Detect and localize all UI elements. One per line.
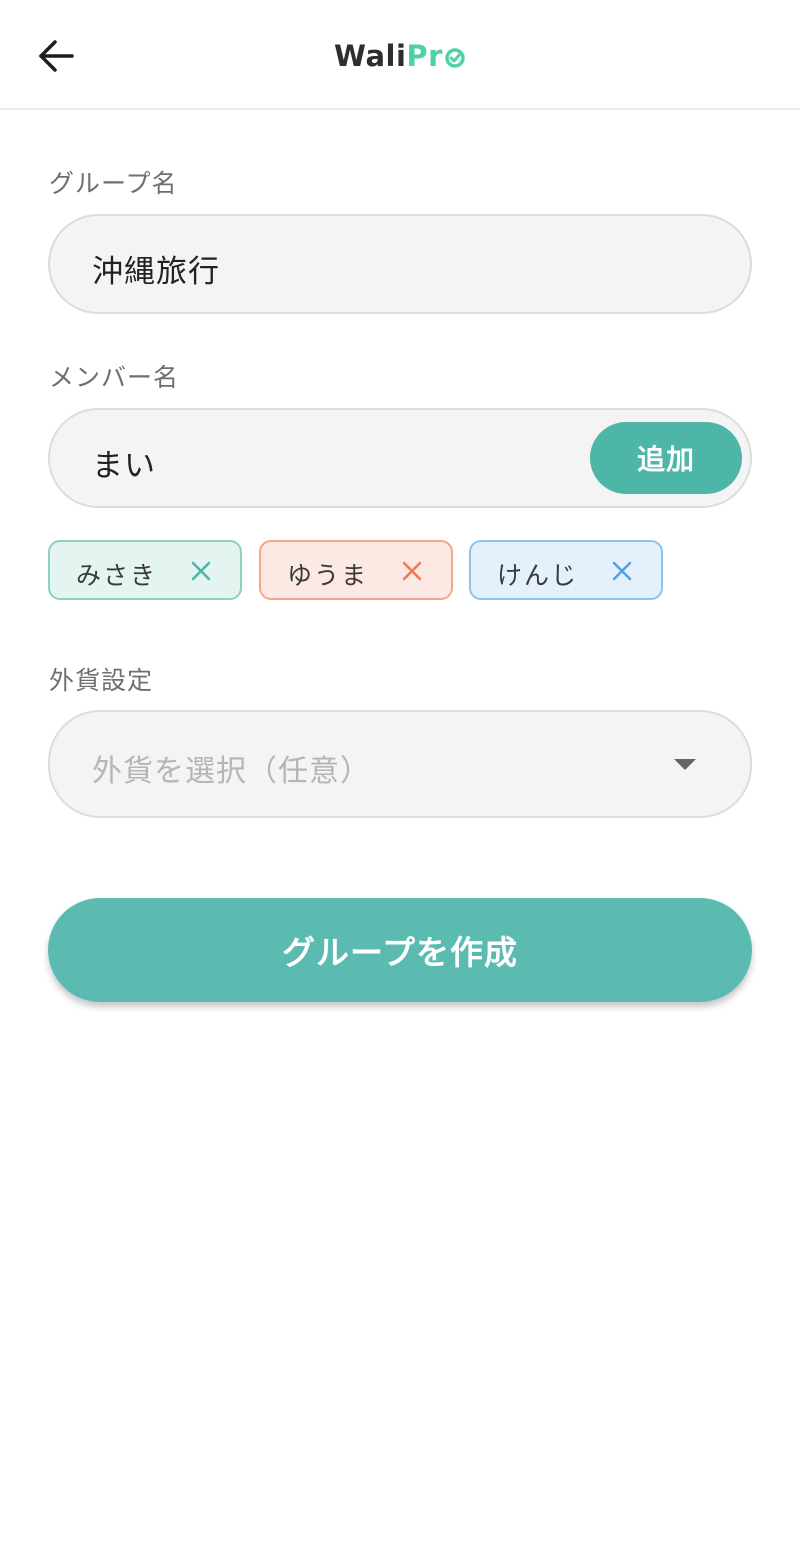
- currency-placeholder: 外貨を選択（任意）: [92, 754, 371, 789]
- add-member-button[interactable]: 追加: [590, 422, 742, 494]
- group-name-label: グループ名: [49, 169, 178, 198]
- app-logo: Wali Pr: [0, 36, 800, 76]
- member-chip-label: みさき: [76, 561, 158, 590]
- logo-check-icon: [445, 48, 465, 68]
- app-header: Wali Pr: [0, 0, 800, 110]
- group-name-value: 沖縄旅行: [92, 254, 220, 290]
- close-icon[interactable]: [190, 560, 212, 582]
- currency-label: 外貨設定: [49, 666, 154, 695]
- member-name-value: まい: [92, 448, 156, 484]
- currency-select[interactable]: 外貨を選択（任意）: [48, 710, 752, 818]
- close-icon[interactable]: [611, 560, 633, 582]
- caret-down-icon: [674, 759, 696, 770]
- app-root: Wali Pr グループ名 沖縄旅行 メンバー名 まい 追加 みさき ゆうま けん…: [0, 0, 800, 1548]
- member-chip-label: けんじ: [497, 561, 579, 590]
- create-group-button[interactable]: グループを作成: [48, 898, 752, 1002]
- member-chip-yuma: ゆうま: [259, 540, 453, 600]
- close-icon[interactable]: [401, 560, 423, 582]
- member-chip-misaki: みさき: [48, 540, 242, 600]
- member-name-label: メンバー名: [49, 363, 180, 392]
- group-name-input[interactable]: 沖縄旅行: [48, 214, 752, 314]
- member-chip-label: ゆうま: [287, 561, 369, 590]
- member-name-input[interactable]: まい 追加: [48, 408, 752, 508]
- member-chip-kenji: けんじ: [469, 540, 663, 600]
